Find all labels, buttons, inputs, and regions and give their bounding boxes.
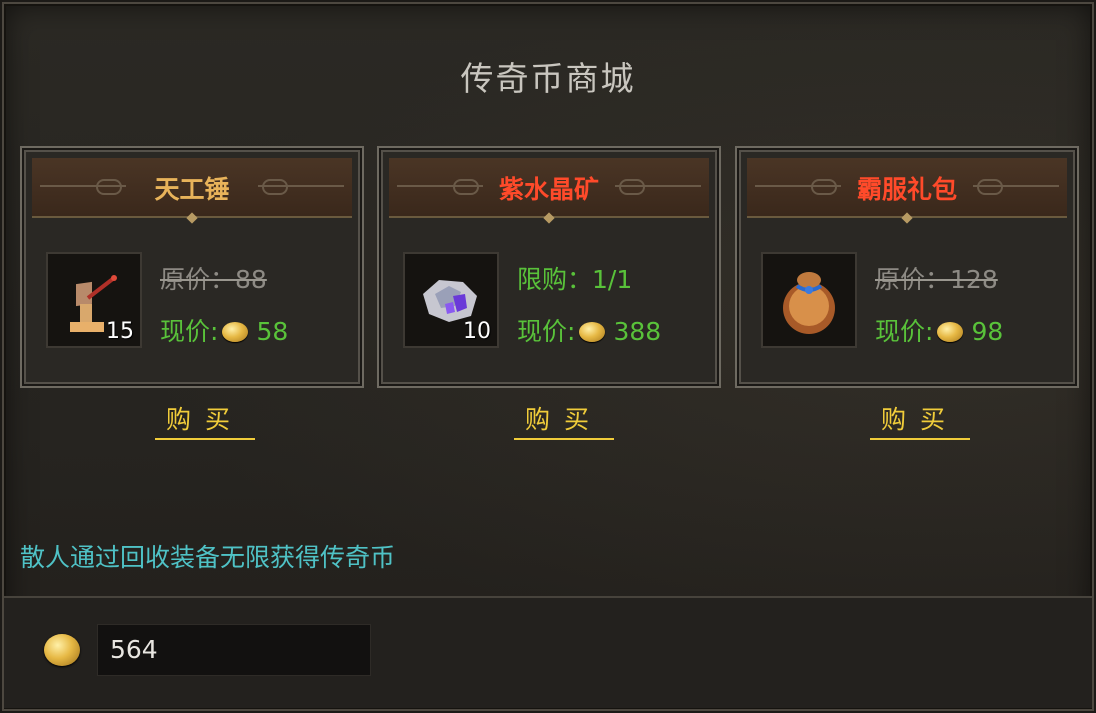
item-count: 15 (106, 319, 134, 344)
item-name: 霸服礼包 (856, 175, 957, 204)
gold-coin-icon (579, 322, 606, 342)
current-price: 现价: 98 (875, 317, 1004, 346)
buy-button[interactable]: 购买 (155, 400, 255, 440)
shop-item-card: 紫水晶矿 10 限购：1/1 现价: 388 (377, 146, 721, 388)
card-header: 霸服礼包 (747, 158, 1067, 224)
card-header: 紫水晶矿 (389, 158, 709, 224)
current-price: 现价: 58 (160, 317, 289, 346)
promo-text: 散人通过回收装备无限获得传奇币 (20, 543, 396, 572)
balance-field: 564 (97, 624, 371, 676)
item-slot[interactable]: 15 (46, 252, 142, 348)
purchase-limit: 限购：1/1 (517, 265, 633, 294)
balance-value: 564 (110, 635, 158, 664)
shop-title: 传奇币商城 (460, 59, 636, 98)
item-name: 紫水晶矿 (498, 175, 599, 204)
original-price: 原价：88 (160, 265, 267, 294)
item-slot[interactable]: 10 (403, 252, 499, 348)
gold-coin-icon (44, 634, 80, 666)
buy-button[interactable]: 购买 (514, 400, 614, 440)
original-price: 原价：128 (875, 265, 998, 294)
gold-coin-icon (937, 322, 964, 342)
shop-item-card: 天工锤 15 原价：88 现价: 58 (20, 146, 364, 388)
current-price: 现价: 388 (517, 317, 662, 346)
gold-coin-icon (222, 322, 249, 342)
item-slot[interactable] (761, 252, 857, 348)
item-count: 10 (463, 319, 491, 344)
shop-item-card: 霸服礼包 原价：128 现价: 98 (735, 146, 1079, 388)
gift-bag-icon (783, 272, 835, 334)
item-name: 天工锤 (154, 175, 230, 204)
buy-button[interactable]: 购买 (870, 400, 970, 440)
card-header: 天工锤 (32, 158, 352, 224)
